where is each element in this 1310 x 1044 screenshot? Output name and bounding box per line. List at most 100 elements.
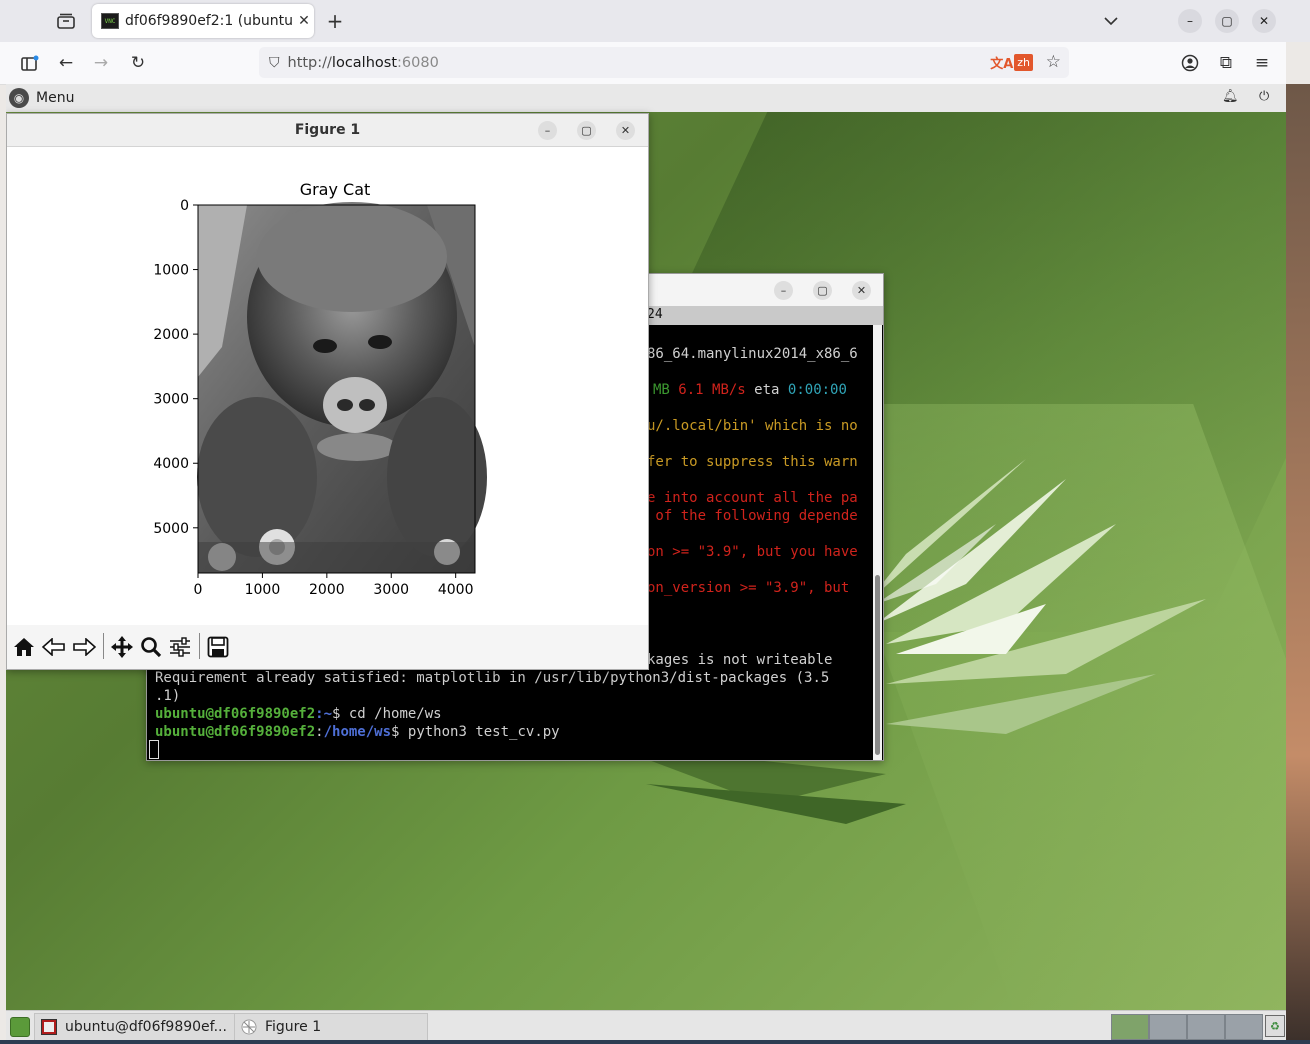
prompt-command: $ python3 test_cv.py (391, 724, 560, 740)
browser-maximize-icon[interactable]: ▢ (1215, 9, 1239, 33)
figure-close-icon[interactable]: ✕ (616, 121, 635, 140)
terminal-scrollbar[interactable] (873, 325, 882, 760)
progress-eta: 0:00:00 (787, 382, 847, 398)
url-port: :6080 (397, 54, 439, 71)
prompt-command: $ cd /home/ws (332, 706, 442, 722)
terminal-minimize-icon[interactable]: – (774, 281, 793, 300)
terminal-scroll-thumb[interactable] (875, 575, 880, 755)
translate-button[interactable]: 文A zh (990, 52, 1033, 73)
account-icon[interactable] (1177, 50, 1203, 76)
figure-window[interactable]: Figure 1 – ▢ ✕ Gray Cat 0 1000 2000 3000… (6, 113, 649, 670)
prompt-user: ubuntu@df06f9890ef2 (155, 706, 316, 722)
terminal-line: fer to suppress this warn (647, 454, 858, 470)
back-arrow-icon[interactable]: ← (53, 50, 79, 76)
plot-title: Gray Cat (300, 180, 371, 199)
bookmark-star-icon[interactable]: ☆ (1046, 52, 1061, 72)
x-tick-label: 3000 (373, 582, 409, 598)
start-menu-icon[interactable] (10, 1017, 30, 1037)
url-bar[interactable]: ⛉ http://localhost:6080 文A zh ☆ (259, 47, 1069, 78)
workspace-1[interactable] (1111, 1014, 1149, 1040)
host-desktop-edge (1286, 84, 1310, 1044)
trash-icon[interactable]: ♻ (1265, 1015, 1285, 1037)
y-tick-label: 1000 (153, 263, 189, 279)
terminal-line: on_version >= "3.9", but (647, 580, 858, 596)
y-tick-label: 3000 (153, 392, 189, 408)
zoom-icon[interactable] (137, 634, 164, 659)
save-figure-icon[interactable] (204, 634, 231, 659)
tab-close-icon[interactable]: ✕ (294, 13, 314, 29)
prompt-user: ubuntu@df06f9890ef2 (155, 724, 316, 740)
y-tick-label: 4000 (153, 456, 189, 472)
x-tick-label: 1000 (245, 582, 281, 598)
terminal-line: 86_64.manylinux2014_x86_6 (647, 346, 858, 362)
figure-canvas[interactable]: Gray Cat 010002000300040005000 0 1000 20… (7, 147, 648, 625)
terminal-line: Requirement already satisfied: matplotli… (155, 670, 830, 686)
terminal-line: kages is not writeable (647, 652, 833, 668)
terminal-line: on >= "3.9", but you have (647, 544, 858, 560)
terminal-app-icon (41, 1019, 57, 1035)
back-icon[interactable] (40, 634, 67, 659)
translate-icon: 文A (990, 57, 1014, 72)
power-icon[interactable]: ⏻ (1259, 89, 1269, 104)
browser-close-icon[interactable]: ✕ (1252, 9, 1276, 33)
terminal-prompt-line: ubuntu@df06f9890ef2:/home/ws$ python3 te… (155, 723, 560, 741)
y-axis: 0 1000 2000 3000 4000 5000 (153, 198, 198, 537)
terminal-line: .1) (155, 688, 181, 704)
configure-subplots-icon[interactable] (166, 634, 193, 659)
url-protocol: http:// (287, 54, 332, 71)
taskbar-item-label: ubuntu@df06f9890ef... (65, 1019, 227, 1035)
figure-titlebar[interactable]: Figure 1 – ▢ ✕ (7, 114, 648, 147)
x-tick-label: 0 (194, 582, 203, 598)
menu-logo-icon[interactable]: ◉ (9, 88, 29, 108)
desktop-menu-button[interactable]: Menu (36, 90, 74, 106)
prompt-path: /home/ws (323, 724, 392, 740)
desktop-top-panel: ◉ Menu 🔔︎ ⏻ (6, 84, 1286, 112)
taskbar-item-figure[interactable]: Figure 1 (234, 1013, 428, 1041)
workspace-4[interactable] (1225, 1014, 1263, 1040)
progress-speed: 6.1 MB/s (678, 382, 746, 398)
extensions-icon[interactable]: ⧉ (1213, 50, 1239, 76)
host-taskbar-edge (0, 1040, 1310, 1044)
tab-title: df06f9890ef2:1 (ubuntu) (125, 13, 294, 29)
pan-icon[interactable] (108, 634, 135, 659)
figure-app-icon (241, 1019, 257, 1035)
new-tab-icon[interactable]: + (322, 8, 348, 34)
browser-minimize-icon[interactable]: – (1178, 9, 1202, 33)
app-menu-icon[interactable]: ≡ (1249, 50, 1275, 76)
vnc-favicon-icon: VNC (101, 13, 119, 29)
x-tick-label: 4000 (438, 582, 474, 598)
terminal-close-icon[interactable]: ✕ (852, 281, 871, 300)
terminal-line: u/.local/bin' which is no (647, 418, 858, 434)
reload-icon[interactable]: ↻ (125, 50, 151, 76)
figure-minimize-icon[interactable]: – (538, 121, 557, 140)
browser-tab-bar: VNC df06f9890ef2:1 (ubuntu) ✕ + – ▢ ✕ (0, 0, 1310, 42)
vnc-desktop[interactable]: ◉ Menu 🔔︎ ⏻ ▶ – ▢ ✕ 24 86_64.manylinux20… (6, 84, 1286, 1010)
x-tick-label: 2000 (309, 582, 345, 598)
tab-overview-icon[interactable] (53, 8, 79, 34)
terminal-maximize-icon[interactable]: ▢ (813, 281, 832, 300)
terminal-cursor (149, 740, 159, 759)
toolbar-separator (199, 633, 200, 659)
desktop-taskbar: ubuntu@df06f9890ef... Figure 1 ♻ (6, 1010, 1286, 1041)
workspace-3[interactable] (1187, 1014, 1225, 1040)
forward-arrow-icon[interactable]: → (88, 50, 114, 76)
progress-eta-label: eta (754, 382, 780, 398)
browser-tab-vnc[interactable]: VNC df06f9890ef2:1 (ubuntu) ✕ (92, 4, 314, 38)
terminal-line: of the following depende (647, 508, 858, 524)
sidebar-toggle-icon[interactable] (17, 50, 43, 76)
home-icon[interactable] (10, 634, 37, 659)
figure-toolbar (7, 625, 648, 669)
prompt-colon: : (315, 724, 324, 740)
notification-bell-icon[interactable]: 🔔︎ (1222, 89, 1239, 104)
terminal-line: MB 6.1 MB/s eta 0:00:00 (653, 381, 847, 399)
forward-icon[interactable] (70, 634, 97, 659)
tracking-shield-icon[interactable]: ⛉ (269, 55, 280, 71)
taskbar-item-terminal[interactable]: ubuntu@df06f9890ef... (34, 1013, 236, 1041)
progress-size: MB (653, 382, 670, 398)
workspace-2[interactable] (1149, 1014, 1187, 1040)
y-tick-label: 5000 (153, 521, 189, 537)
tab-list-chevron-icon[interactable] (1098, 8, 1124, 34)
figure-maximize-icon[interactable]: ▢ (577, 121, 596, 140)
taskbar-item-label: Figure 1 (265, 1019, 322, 1035)
url-host: localhost (331, 54, 398, 71)
